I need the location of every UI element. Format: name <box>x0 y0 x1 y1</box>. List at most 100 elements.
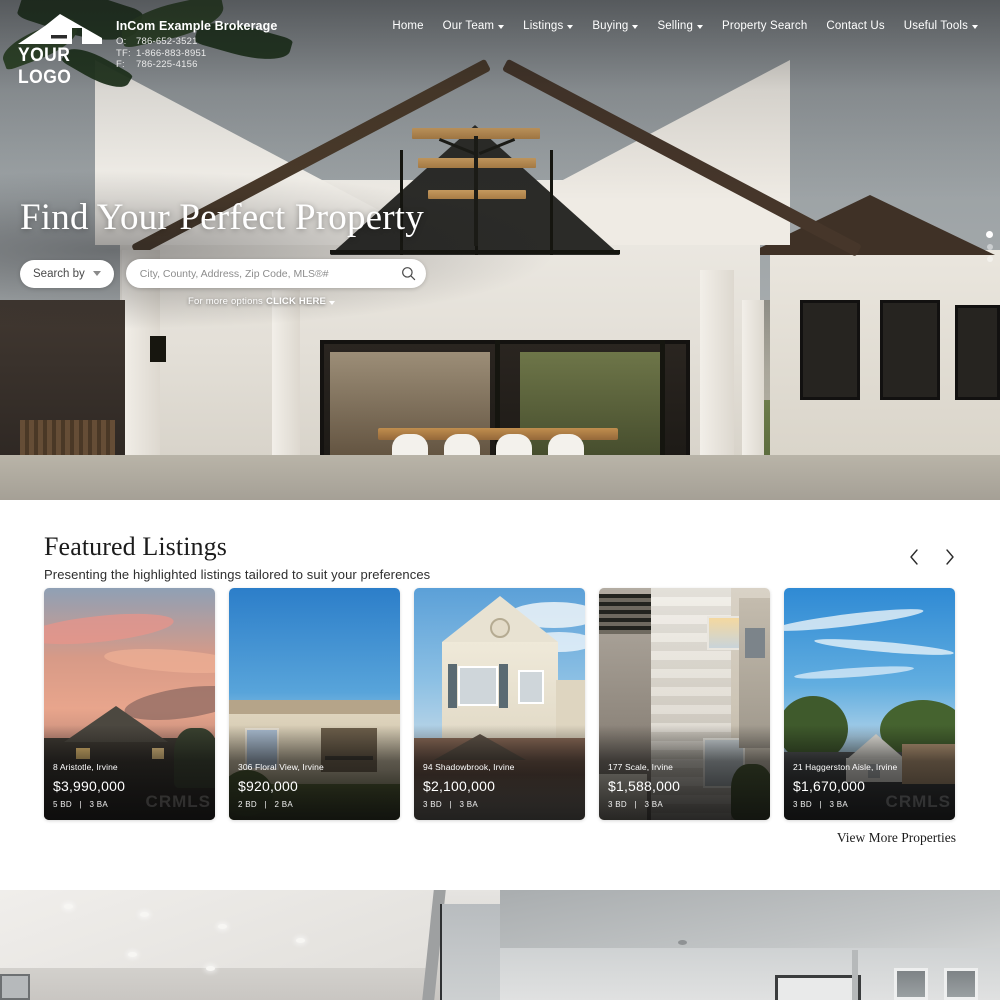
chevron-right-icon <box>946 549 954 565</box>
section-subtitle: Presenting the highlighted listings tail… <box>44 567 431 582</box>
search-by-label: Search by <box>33 267 85 280</box>
chevron-down-icon <box>972 25 978 29</box>
listing-separator: | <box>819 800 822 809</box>
listing-baths: 3 BA <box>459 800 478 809</box>
house-roof-logo-icon <box>18 14 102 44</box>
contact-tollfree-label: TF: <box>116 47 131 59</box>
nav-label-buying: Buying <box>592 20 629 32</box>
contact-tollfree[interactable]: TF: 1-866-883-8951 <box>116 48 277 60</box>
brokerage-name: InCom Example Brokerage <box>116 19 278 33</box>
hero-slider-dots <box>986 231 993 262</box>
listing-baths: 3 BA <box>829 800 848 809</box>
hero-content: Find Your Perfect Property Search by For… <box>20 196 426 307</box>
listing-separator: | <box>449 800 452 809</box>
chevron-down-icon <box>697 25 704 29</box>
site-header: YOUR LOGO InCom Example Brokerage O: 786… <box>0 0 1000 88</box>
nav-label-contact-us: Contact Us <box>826 20 885 32</box>
view-more-properties-link[interactable]: View More Properties <box>837 830 956 846</box>
chevron-left-icon <box>910 549 918 565</box>
nav-item-listings[interactable]: Listings <box>523 20 574 32</box>
listing-price: $1,670,000 <box>793 778 866 794</box>
search-by-dropdown[interactable]: Search by <box>20 259 114 288</box>
contact-office-value: 786-652-3521 <box>136 36 198 47</box>
listing-beds-baths: 2 BD | 2 BA <box>238 800 392 809</box>
hero-search-row: Search by <box>20 259 426 288</box>
nav-item-useful-tools[interactable]: Useful Tools <box>904 20 978 32</box>
listing-card[interactable]: CRMLS 8 Aristotle, Irvine $3,990,000 5 B… <box>44 588 215 820</box>
listing-separator: | <box>264 800 267 809</box>
hero-section: YOUR LOGO InCom Example Brokerage O: 786… <box>0 0 1000 500</box>
featured-listings-section: Featured Listings Presenting the highlig… <box>0 500 1000 886</box>
listing-address: 21 Haggerston Aisle, Irvine <box>793 762 898 772</box>
search-field[interactable] <box>125 259 426 288</box>
interior-photo-right <box>500 890 1000 1000</box>
listing-price: $920,000 <box>238 778 298 794</box>
listing-price: $3,990,000 <box>53 778 126 794</box>
hero-slider-dot-1[interactable] <box>986 231 993 238</box>
listing-baths: 3 BA <box>644 800 663 809</box>
listing-beds: 5 BD <box>53 800 72 809</box>
listing-address: 306 Floral View, Irvine <box>238 762 324 772</box>
contact-fax-value: 786-225-4156 <box>136 59 198 70</box>
bottom-image-section <box>0 890 1000 1000</box>
listing-beds: 2 BD <box>238 800 257 809</box>
listing-price: $1,588,000 <box>608 778 681 794</box>
hero-title: Find Your Perfect Property <box>20 197 424 238</box>
listing-address: 8 Aristotle, Irvine <box>53 762 118 772</box>
site-logo[interactable]: YOUR LOGO <box>18 14 102 89</box>
magnifier-icon[interactable] <box>401 266 416 281</box>
carousel-prev-button[interactable] <box>908 548 921 566</box>
section-title: Featured Listings <box>44 532 227 561</box>
carousel-next-button[interactable] <box>943 548 956 566</box>
listing-card[interactable]: CRMLS 21 Haggerston Aisle, Irvine $1,670… <box>784 588 955 820</box>
listing-beds: 3 BD <box>793 800 812 809</box>
listing-baths: 3 BA <box>89 800 108 809</box>
nav-label-useful-tools: Useful Tools <box>903 20 968 32</box>
featured-header: Featured Listings Presenting the highlig… <box>0 500 1000 582</box>
listing-beds: 3 BD <box>423 800 442 809</box>
listing-card[interactable]: 177 Scale, Irvine $1,588,000 3 BD | 3 BA <box>599 588 770 820</box>
more-options-prefix: For more options <box>188 296 264 307</box>
listing-beds: 3 BD <box>608 800 627 809</box>
hero-slider-dot-2[interactable] <box>986 244 993 250</box>
listing-address: 177 Scale, Irvine <box>608 762 674 772</box>
nav-item-home[interactable]: Home <box>392 20 423 32</box>
search-input[interactable] <box>139 267 401 280</box>
listing-beds-baths: 5 BD | 3 BA <box>53 800 207 809</box>
chevron-down-icon <box>329 300 336 305</box>
listing-separator: | <box>79 800 82 809</box>
listing-card-list: CRMLS 8 Aristotle, Irvine $3,990,000 5 B… <box>44 588 955 820</box>
chevron-down-icon <box>92 271 101 276</box>
nav-item-our-team[interactable]: Our Team <box>442 20 505 32</box>
contact-tollfree-value: 1-866-883-8951 <box>136 47 207 59</box>
contact-fax: F: 786-225-4156 <box>116 59 277 71</box>
nav-item-buying[interactable]: Buying <box>592 20 639 32</box>
contact-office[interactable]: O: 786-652-3521 <box>116 36 277 48</box>
chevron-down-icon <box>498 25 505 29</box>
more-options-link[interactable]: For more options CLICK HERE <box>188 296 426 307</box>
logo-wordmark: YOUR LOGO <box>18 45 72 88</box>
chevron-down-icon <box>567 25 574 29</box>
contact-office-label: O: <box>116 36 127 47</box>
brand-block[interactable]: YOUR LOGO InCom Example Brokerage O: 786… <box>0 0 277 89</box>
listing-beds-baths: 3 BD | 3 BA <box>608 800 762 809</box>
nav-label-home: Home <box>392 20 424 32</box>
listing-card[interactable]: 306 Floral View, Irvine $920,000 2 BD | … <box>229 588 400 820</box>
nav-label-our-team: Our Team <box>442 20 495 32</box>
listing-card[interactable]: 94 Shadowbrook, Irvine $2,100,000 3 BD |… <box>414 588 585 820</box>
listing-beds-baths: 3 BD | 3 BA <box>423 800 577 809</box>
listing-baths: 2 BA <box>274 800 293 809</box>
nav-label-property-search: Property Search <box>722 20 808 32</box>
interior-photo-left <box>0 890 500 1000</box>
nav-item-selling[interactable]: Selling <box>657 20 704 32</box>
nav-label-selling: Selling <box>657 20 694 32</box>
listing-price: $2,100,000 <box>423 778 496 794</box>
nav-item-property-search[interactable]: Property Search <box>722 20 807 32</box>
listing-separator: | <box>634 800 637 809</box>
contact-fax-label: F: <box>116 59 125 70</box>
listing-address: 94 Shadowbrook, Irvine <box>423 762 515 772</box>
nav-label-listings: Listings <box>523 20 564 32</box>
nav-item-contact-us[interactable]: Contact Us <box>826 20 884 32</box>
hero-slider-dot-3[interactable] <box>986 256 993 262</box>
more-options-cta: CLICK HERE <box>266 296 327 307</box>
